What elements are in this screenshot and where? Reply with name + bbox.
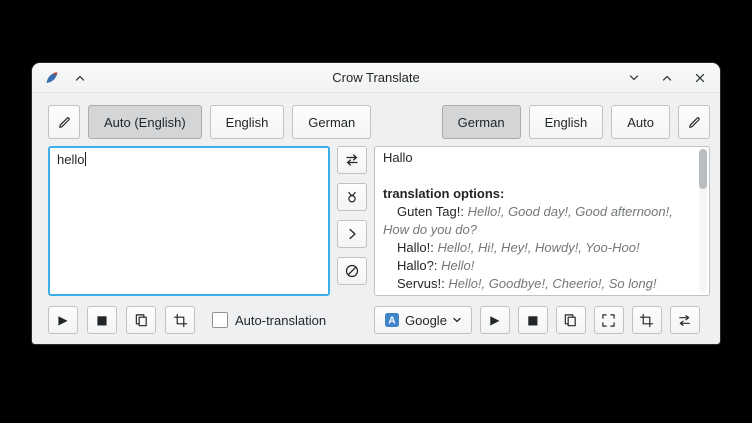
copy-icon <box>563 313 578 328</box>
source-text: hello <box>57 152 84 167</box>
target-lang-german-button[interactable]: German <box>442 105 521 139</box>
source-controls: ▶ ■ Auto-translation <box>48 306 374 334</box>
translation-result: Hallo <box>383 149 691 167</box>
stop-translation-button[interactable]: ■ <box>518 306 548 334</box>
language-toolbar: Auto (English) English German German Eng… <box>32 93 720 139</box>
stop-icon: ■ <box>527 314 538 326</box>
titlebar[interactable]: Crow Translate <box>32 63 720 93</box>
copy-source-button[interactable] <box>126 306 156 334</box>
swap-languages-button[interactable] <box>337 146 367 174</box>
play-icon: ▶ <box>58 314 67 326</box>
option-meanings: Hello! <box>441 258 474 273</box>
spacer-line <box>383 167 691 185</box>
crop-translation-button[interactable] <box>632 306 662 334</box>
target-lang-english-button[interactable]: English <box>529 105 604 139</box>
app-window: Crow Translate <box>32 63 720 344</box>
chevron-up-icon <box>660 71 674 85</box>
google-translate-icon: A <box>384 312 400 328</box>
cancel-button[interactable] <box>337 257 367 285</box>
translation-controls: A Google ▶ ■ <box>374 306 710 334</box>
keep-above-button[interactable] <box>72 70 88 86</box>
source-lang-english-button[interactable]: English <box>210 105 285 139</box>
copy-icon <box>134 313 149 328</box>
maximize-button[interactable] <box>659 70 675 86</box>
window-title: Crow Translate <box>32 70 720 85</box>
scrollbar-track[interactable] <box>699 149 707 293</box>
scrollbar-thumb[interactable] <box>699 149 707 189</box>
chevron-up-icon <box>73 71 87 85</box>
copy-translation-button[interactable] <box>556 306 586 334</box>
target-language-group: German English Auto <box>442 105 710 139</box>
translation-options-header: translation options: <box>383 185 691 203</box>
translation-option: Hallo?: Hello! <box>383 257 691 275</box>
option-word: Hallo!: <box>397 240 434 255</box>
crop-icon <box>639 313 654 328</box>
chevron-right-icon <box>344 226 360 242</box>
engine-label: Google <box>405 313 447 328</box>
text-cursor <box>85 152 86 166</box>
stop-icon: ■ <box>96 314 107 326</box>
speak-translation-button[interactable]: ▶ <box>480 306 510 334</box>
edit-target-languages-button[interactable] <box>678 105 710 139</box>
chevron-down-icon <box>627 71 641 85</box>
target-lang-auto-button[interactable]: Auto <box>611 105 670 139</box>
crop-source-button[interactable] <box>165 306 195 334</box>
option-word: Hallo?: <box>397 258 437 273</box>
cancel-icon <box>344 263 360 279</box>
close-icon <box>693 71 707 85</box>
source-lang-german-button[interactable]: German <box>292 105 371 139</box>
close-button[interactable] <box>692 70 708 86</box>
speak-source-button[interactable]: ▶ <box>48 306 78 334</box>
stop-source-button[interactable]: ■ <box>87 306 117 334</box>
translation-output[interactable]: Hallo translation options: Guten Tag!: H… <box>374 146 710 296</box>
play-icon: ▶ <box>490 314 499 326</box>
expand-corners-icon <box>601 313 616 328</box>
option-word: Guten Tag!: <box>397 204 464 219</box>
option-word: Servus!: <box>397 276 445 291</box>
edit-source-languages-button[interactable] <box>48 105 80 139</box>
translation-option: Guten Tag!: Hello!, Good day!, Good afte… <box>383 203 691 239</box>
engine-dropdown[interactable]: A Google <box>374 306 472 334</box>
translate-button[interactable] <box>337 220 367 248</box>
bird-icon <box>344 189 360 205</box>
chevron-down-icon <box>452 315 462 325</box>
swap-icon <box>344 152 360 168</box>
translation-option: Hallo!: Hello!, Hi!, Hey!, Howdy!, Yoo-H… <box>383 239 691 257</box>
option-meanings: Hello!, Hi!, Hey!, Howdy!, Yoo-Hoo! <box>437 240 639 255</box>
auto-translation-label[interactable]: Auto-translation <box>235 313 326 328</box>
source-lang-auto-button[interactable]: Auto (English) <box>88 105 202 139</box>
option-meanings: Hello!, Goodbye!, Cheerio!, So long! <box>448 276 656 291</box>
popup-window-button[interactable] <box>594 306 624 334</box>
pencil-icon <box>687 115 702 130</box>
source-language-group: Auto (English) English German <box>48 105 371 139</box>
source-text-input[interactable]: hello <box>48 146 330 296</box>
swap-direction-button[interactable] <box>670 306 700 334</box>
auto-translation-checkbox[interactable] <box>212 312 228 328</box>
svg-text:A: A <box>388 316 395 327</box>
pencil-icon <box>57 115 72 130</box>
crow-translate-button[interactable] <box>337 183 367 211</box>
swap-horizontal-icon <box>677 313 692 328</box>
minimize-button[interactable] <box>626 70 642 86</box>
main-area: hello Hallo <box>32 139 720 296</box>
app-icon <box>44 70 60 86</box>
crop-icon <box>173 313 188 328</box>
bottom-controls: ▶ ■ Auto-translation A Google <box>32 296 720 334</box>
translation-option: Servus!: Hello!, Goodbye!, Cheerio!, So … <box>383 275 691 293</box>
middle-button-column <box>330 146 374 296</box>
